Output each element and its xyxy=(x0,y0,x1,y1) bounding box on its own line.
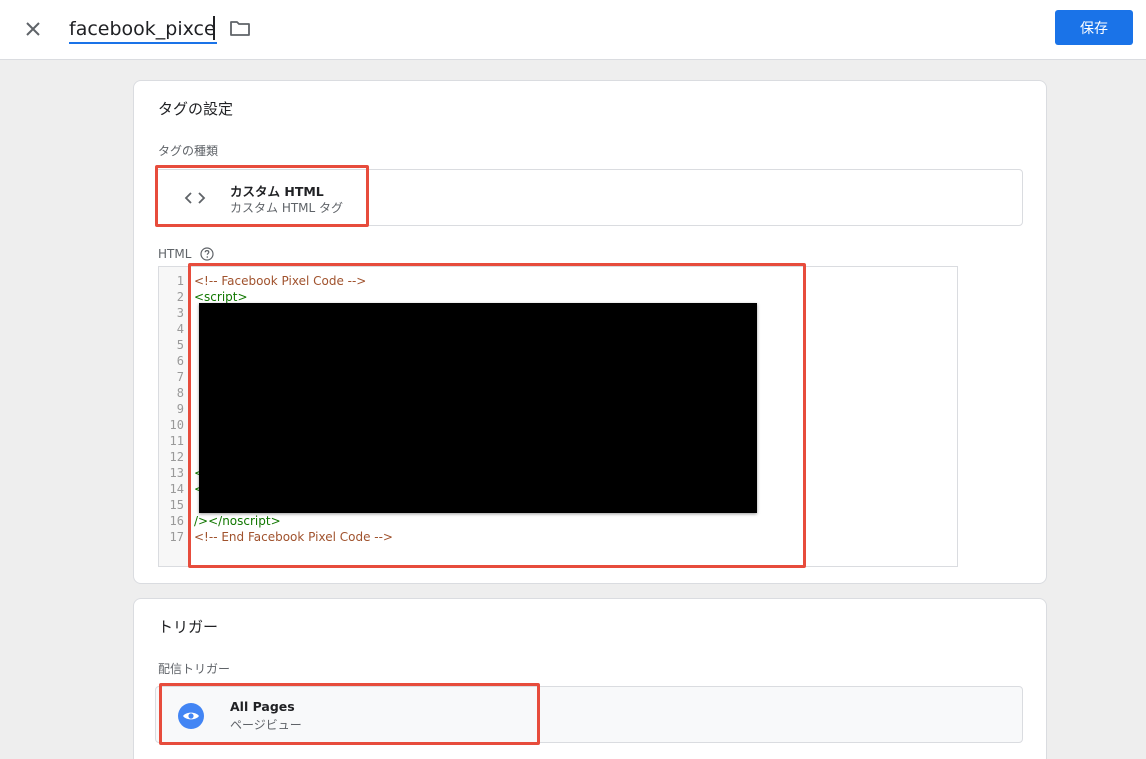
line-number: 5 xyxy=(176,338,184,352)
close-icon[interactable] xyxy=(20,16,46,42)
tag-type-selector[interactable]: カスタム HTML カスタム HTML タグ xyxy=(155,169,1023,226)
trigger-title: All Pages xyxy=(230,699,295,714)
html-label: HTML xyxy=(158,247,192,261)
line-number: 15 xyxy=(169,498,184,512)
tag-name-input[interactable] xyxy=(69,12,217,44)
line-number: 9 xyxy=(176,402,184,416)
code-line: <!-- Facebook Pixel Code --> xyxy=(194,274,367,288)
redacted-code-block xyxy=(199,303,757,513)
line-number: 4 xyxy=(176,322,184,336)
tag-type-subtitle: カスタム HTML タグ xyxy=(230,201,344,215)
trigger-subtitle: ページビュー xyxy=(230,718,302,732)
line-number: 1 xyxy=(176,274,184,288)
html-code-editor[interactable]: 1 2 3 4 5 6 7 8 9 10 11 12 13 14 15 16 17 <!-- Facebook … xyxy=(158,266,958,567)
code-line: /></noscript> xyxy=(194,514,281,528)
line-number: 6 xyxy=(176,354,184,368)
code-line: <!-- End Facebook Pixel Code --> xyxy=(194,530,393,544)
line-number: 14 xyxy=(169,482,184,496)
folder-icon[interactable] xyxy=(229,17,251,39)
code-brackets-icon xyxy=(184,192,206,204)
line-number: 8 xyxy=(176,386,184,400)
top-bar: 保存 xyxy=(0,0,1146,60)
tag-type-label: タグの種類 xyxy=(158,144,219,158)
line-number: 10 xyxy=(169,418,184,432)
line-number-gutter: 1 2 3 4 5 6 7 8 9 10 11 12 13 14 15 16 17 xyxy=(159,267,189,566)
line-number: 16 xyxy=(169,514,184,528)
text-caret xyxy=(213,16,215,40)
line-number: 11 xyxy=(169,434,184,448)
card-title-tag-config: タグの設定 xyxy=(158,100,234,118)
tag-type-title: カスタム HTML xyxy=(230,184,324,199)
line-number: 12 xyxy=(169,450,184,464)
firing-trigger-label: 配信トリガー xyxy=(158,662,231,676)
tag-config-card: タグの設定 タグの種類 カスタム HTML カスタム HTML タグ HTML … xyxy=(133,80,1047,584)
help-icon[interactable] xyxy=(200,247,214,261)
line-number: 17 xyxy=(169,530,184,544)
trigger-item-all-pages[interactable]: All Pages ページビュー xyxy=(155,686,1023,743)
line-number: 7 xyxy=(176,370,184,384)
card-title-trigger: トリガー xyxy=(158,618,219,636)
eye-icon xyxy=(178,703,204,729)
save-button[interactable]: 保存 xyxy=(1055,10,1133,45)
line-number: 3 xyxy=(176,306,184,320)
trigger-card: トリガー 配信トリガー All Pages ページビュー xyxy=(133,598,1047,759)
line-number: 13 xyxy=(169,466,184,480)
line-number: 2 xyxy=(176,290,184,304)
